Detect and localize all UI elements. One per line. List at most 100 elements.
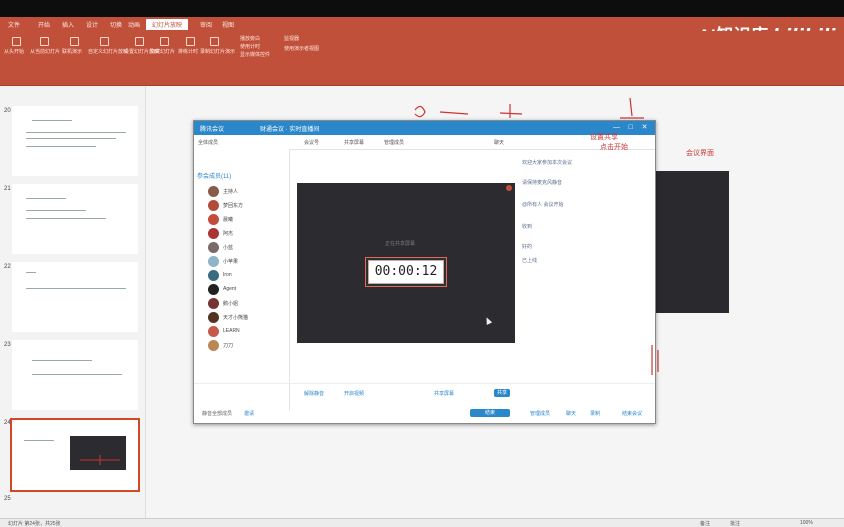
- timer-frame: 00:00:12: [365, 257, 447, 287]
- mouse-cursor-icon: [483, 316, 493, 325]
- ribbon-rehearse[interactable]: 排练计时: [178, 48, 198, 55]
- avatar: [208, 270, 219, 281]
- recording-dot-icon: [506, 185, 512, 191]
- tab-home[interactable]: 开始: [38, 20, 50, 29]
- ribbon-use-timings[interactable]: 使用计时: [240, 43, 260, 50]
- member-name: LEARN: [223, 328, 240, 334]
- thumb-number: 24: [4, 420, 11, 426]
- unmute-button[interactable]: 解除静音: [304, 390, 324, 397]
- member-row[interactable]: 天才小熊猫: [208, 311, 288, 324]
- hide-slide-icon[interactable]: [160, 37, 169, 46]
- manage-members-button[interactable]: 管理成员: [530, 410, 550, 417]
- end-meeting-button[interactable]: 结束: [470, 409, 510, 417]
- toolbar-manage-members[interactable]: 管理成员: [384, 139, 404, 146]
- member-row[interactable]: 主持人: [208, 185, 288, 198]
- shared-screen-view[interactable]: 正在共享屏幕 00:00:12: [297, 183, 515, 343]
- member-row[interactable]: Agent: [208, 283, 288, 296]
- tab-insert[interactable]: 插入: [62, 20, 74, 29]
- ribbon-play-narration[interactable]: 播放旁白: [240, 35, 260, 42]
- custom-show-icon[interactable]: [100, 37, 109, 46]
- ribbon-monitor[interactable]: 监视器: [284, 35, 299, 42]
- member-row[interactable]: LEARN: [208, 325, 288, 338]
- member-row[interactable]: 阿杰: [208, 227, 288, 240]
- thumb-text-line: [24, 440, 54, 441]
- member-row[interactable]: 梦回东方: [208, 199, 288, 212]
- toolbar-all-members[interactable]: 全体成员: [198, 139, 218, 146]
- mute-all-button[interactable]: 静音全部成员: [202, 410, 232, 417]
- avatar: [208, 256, 219, 267]
- tab-view[interactable]: 视图: [222, 20, 234, 29]
- tab-file[interactable]: 文件: [8, 20, 20, 29]
- invite-button[interactable]: 邀请: [244, 410, 254, 417]
- avatar: [208, 284, 219, 295]
- member-name: 鹅小姐: [223, 301, 239, 307]
- slide-thumbnail-selected[interactable]: [10, 418, 140, 492]
- meeting-controls: 解除静音 开启视频 共享屏幕 共享 静音全部成员 邀请 结束 管理成员 聊天 录…: [194, 383, 655, 424]
- play-from-start-icon[interactable]: [12, 37, 21, 46]
- present-online-icon[interactable]: [70, 37, 79, 46]
- member-name: 天才小熊猫: [223, 315, 249, 321]
- member-row[interactable]: 晨曦: [208, 213, 288, 226]
- ribbon-tab-bar: 文件 开始 插入 设计 切换 动画 幻灯片放映 审阅 视图 AI知识库bilib…: [0, 17, 844, 46]
- presenter-preview-panel: [653, 171, 729, 313]
- slide-thumbnail[interactable]: [12, 262, 138, 332]
- ribbon-record[interactable]: 录制幻灯片演示: [200, 48, 235, 55]
- slide-thumbnail[interactable]: [12, 184, 138, 254]
- avatar: [208, 326, 219, 337]
- thumb-text-line: [26, 132, 126, 133]
- rehearse-icon[interactable]: [186, 37, 195, 46]
- tab-design[interactable]: 设计: [86, 20, 98, 29]
- toolbar-share-screen[interactable]: 共享屏幕: [344, 139, 364, 146]
- record-icon[interactable]: [210, 37, 219, 46]
- member-row[interactable]: 鹅小姐: [208, 297, 288, 310]
- chat-message: 欢迎大家参加本次会议: [522, 160, 573, 166]
- meeting-titlebar[interactable]: 腾讯会议 财通会议 · 实时直播间 — □ ✕: [194, 121, 655, 135]
- setup-show-icon[interactable]: [135, 37, 144, 46]
- chat-button[interactable]: 聊天: [566, 410, 576, 417]
- ribbon-from-start[interactable]: 从头开始: [4, 48, 24, 55]
- minimize-button[interactable]: —: [612, 123, 621, 132]
- ribbon-show-media[interactable]: 显示媒体控件: [240, 51, 270, 58]
- avatar: [208, 312, 219, 323]
- toolbar-chat[interactable]: 聊天: [494, 139, 504, 146]
- zoom-level[interactable]: 100%: [800, 520, 813, 526]
- ribbon-hide-slide[interactable]: 隐藏幻灯片: [150, 48, 175, 55]
- leave-button[interactable]: 结束会议: [622, 410, 642, 417]
- ribbon-presenter-view[interactable]: 使用演示者视图: [284, 45, 319, 52]
- member-row[interactable]: Iron: [208, 269, 288, 282]
- close-button[interactable]: ✕: [640, 123, 649, 132]
- ribbon-present-online[interactable]: 联机演示: [62, 48, 82, 55]
- slide-thumbnail-pane: 20 21 22 23 24 25: [0, 86, 146, 518]
- member-row[interactable]: 刀刀: [208, 339, 288, 352]
- member-name: 阿杰: [223, 231, 234, 237]
- tab-transitions[interactable]: 切换: [110, 20, 122, 29]
- record-button[interactable]: 录制: [590, 410, 600, 417]
- toolbar-meeting-id[interactable]: 会议号: [304, 139, 319, 146]
- member-name: 小苹果: [223, 259, 239, 265]
- thumb-text-line: [32, 120, 72, 121]
- video-button[interactable]: 开启视频: [344, 390, 364, 397]
- tab-review[interactable]: 审阅: [200, 20, 212, 29]
- chat-message: 已上线: [522, 258, 538, 264]
- avatar: [208, 186, 219, 197]
- share-screen-button[interactable]: 共享屏幕: [434, 390, 454, 397]
- slide-thumbnail[interactable]: [12, 340, 138, 410]
- member-row[interactable]: 小蓝: [208, 241, 288, 254]
- slide-thumbnail[interactable]: [12, 106, 138, 176]
- tab-animations[interactable]: 动画: [128, 20, 140, 29]
- avatar: [208, 228, 219, 239]
- play-current-icon[interactable]: [40, 37, 49, 46]
- thumb-number: 25: [4, 496, 11, 502]
- ribbon-from-current[interactable]: 从当前幻灯片: [30, 48, 60, 55]
- primary-action-button[interactable]: 共享: [494, 389, 510, 397]
- thumb-number: 23: [4, 342, 11, 348]
- maximize-button[interactable]: □: [626, 123, 635, 132]
- thumb-text-line: [26, 272, 36, 273]
- member-row[interactable]: 小苹果: [208, 255, 288, 268]
- chat-message: 好的: [522, 244, 533, 250]
- tab-slideshow[interactable]: 幻灯片放映: [146, 19, 189, 30]
- ribbon-custom-show[interactable]: 自定义幻灯片放映: [88, 48, 128, 55]
- meeting-timer: 00:00:12: [368, 260, 444, 284]
- meeting-room-title: 财通会议 · 实时直播间: [260, 127, 320, 133]
- member-name: 梦回东方: [223, 203, 244, 209]
